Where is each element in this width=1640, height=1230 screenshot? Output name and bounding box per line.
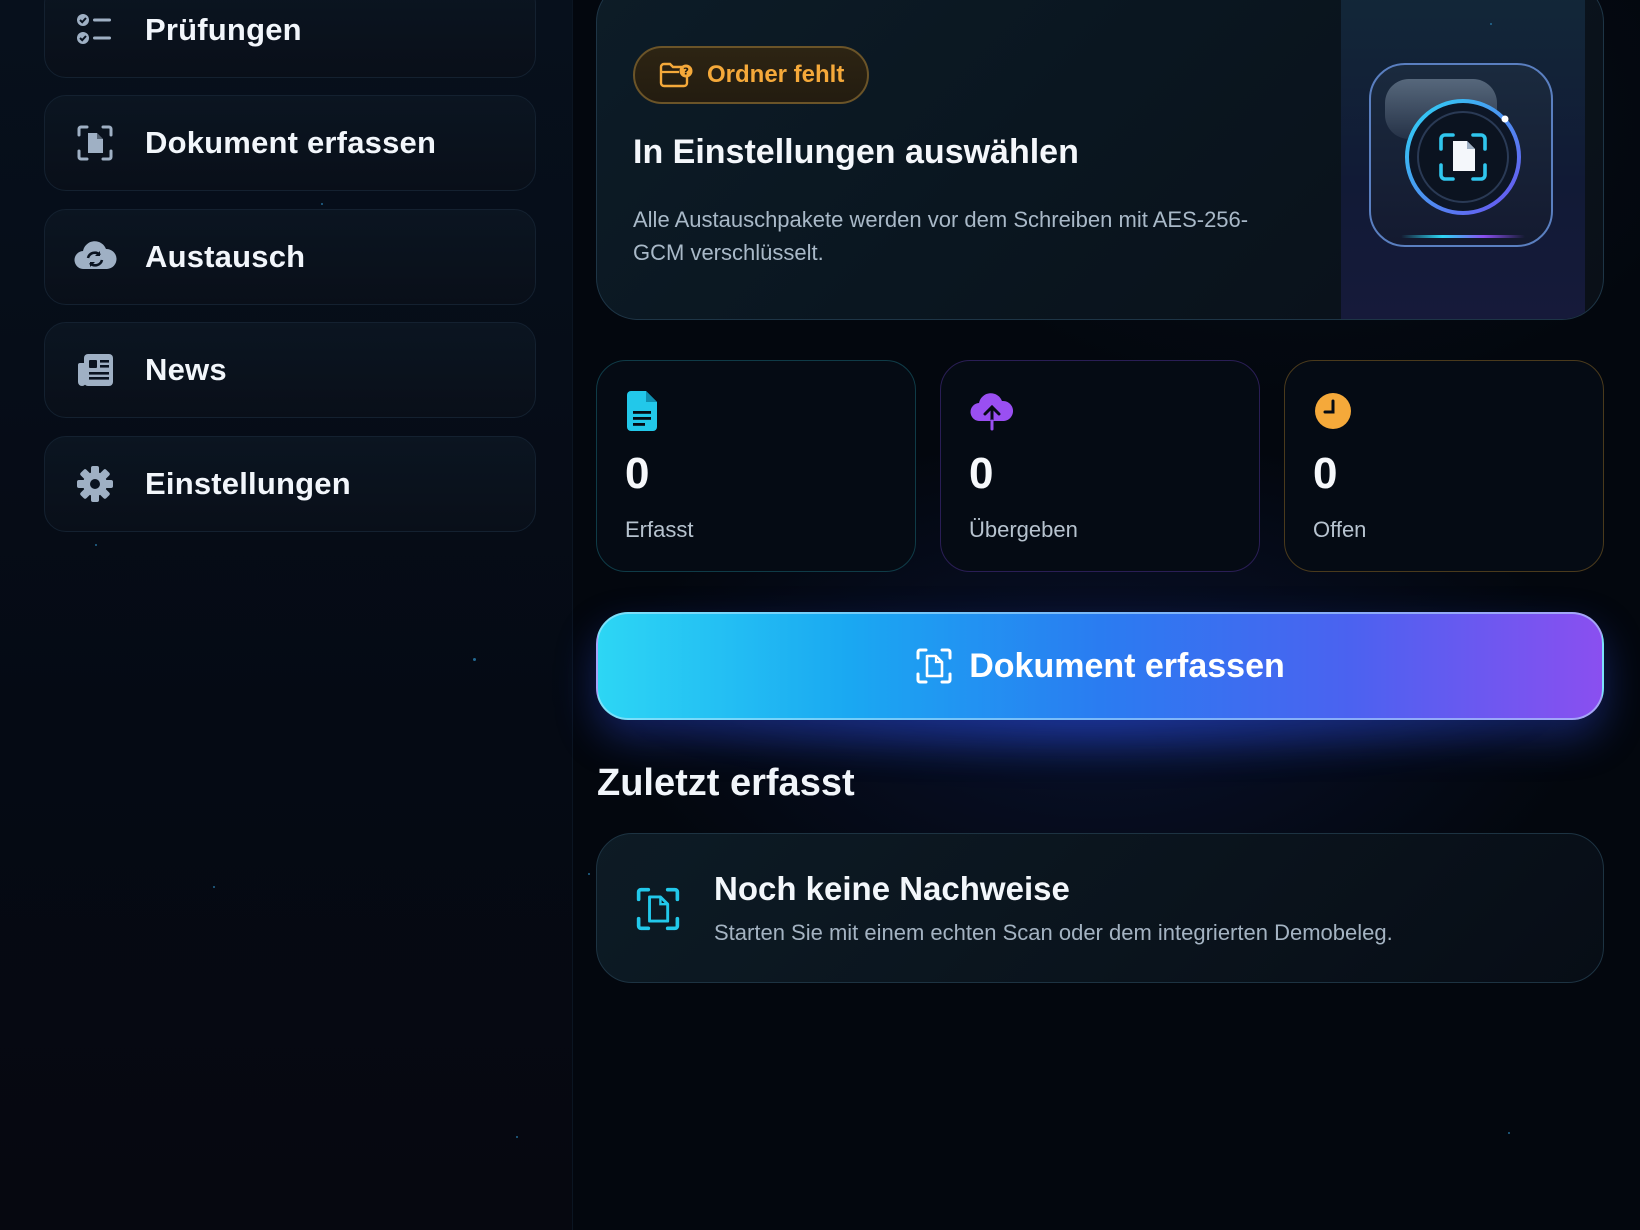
svg-text:?: ? <box>683 67 689 78</box>
document-scan-icon <box>73 121 117 165</box>
sidebar-item-austausch[interactable]: Austausch <box>44 209 536 305</box>
sidebar-item-label: Dokument erfassen <box>145 125 437 160</box>
star-dot <box>1490 23 1492 25</box>
status-badge-label: Ordner fehlt <box>707 61 845 88</box>
sidebar-item-dokument-erfassen[interactable]: Dokument erfassen <box>44 95 536 191</box>
stat-card-offen: 0 Offen <box>1284 360 1604 572</box>
sidebar-item-news[interactable]: News <box>44 322 536 418</box>
star-dot <box>213 886 215 888</box>
empty-state-card: Noch keine Nachweise Starten Sie mit ein… <box>596 833 1604 983</box>
empty-state-description: Starten Sie mit einem echten Scan oder d… <box>714 920 1393 945</box>
hero-description: Alle Austauschpakete werden vor dem Schr… <box>633 207 1249 265</box>
sidebar-item-einstellungen[interactable]: Einstellungen <box>44 436 536 532</box>
star-dot <box>473 658 476 661</box>
app-tile <box>1369 63 1553 247</box>
document-icon <box>625 391 669 435</box>
hero-illustration <box>1341 0 1585 319</box>
star-dot <box>1508 1132 1510 1134</box>
stat-value: 0 <box>1313 449 1338 498</box>
folder-question-icon: ? <box>659 62 693 88</box>
capture-document-button[interactable]: Dokument erfassen <box>596 612 1604 720</box>
empty-state-title: Noch keine Nachweise <box>714 870 1070 907</box>
sidebar: Prüfungen Dokument erfassen Austausch Ne… <box>0 0 573 1230</box>
stat-value: 0 <box>625 449 650 498</box>
document-scan-icon <box>635 886 681 932</box>
sidebar-item-pruefungen[interactable]: Prüfungen <box>44 0 536 78</box>
stat-card-erfasst: 0 Erfasst <box>596 360 916 572</box>
stat-card-uebergeben: 0 Übergeben <box>940 360 1260 572</box>
clock-icon <box>1313 391 1357 435</box>
newspaper-icon <box>73 348 117 392</box>
stat-label: Offen <box>1313 517 1367 542</box>
document-scan-icon <box>915 647 953 685</box>
document-scan-icon <box>1405 99 1521 215</box>
star-dot <box>516 1136 518 1138</box>
cloud-upload-icon <box>969 391 1014 435</box>
sidebar-item-label: Einstellungen <box>145 466 351 501</box>
sidebar-item-label: Prüfungen <box>145 12 302 47</box>
stat-label: Übergeben <box>969 517 1078 542</box>
capture-document-label: Dokument erfassen <box>969 646 1285 685</box>
star-dot <box>588 873 590 875</box>
cloud-sync-icon <box>73 235 117 279</box>
stat-label: Erfasst <box>625 517 694 542</box>
sidebar-item-label: News <box>145 352 227 387</box>
star-dot <box>95 544 97 546</box>
folder-status-card: ? Ordner fehlt In Einstellungen auswähle… <box>596 0 1604 320</box>
gear-icon <box>73 462 117 506</box>
star-dot <box>321 203 323 205</box>
checklist-icon <box>73 8 117 52</box>
status-badge: ? Ordner fehlt <box>633 46 869 104</box>
sidebar-item-label: Austausch <box>145 239 306 274</box>
stat-value: 0 <box>969 449 994 498</box>
section-title: Zuletzt erfasst <box>597 762 855 804</box>
hero-title: In Einstellungen auswählen <box>633 133 1079 171</box>
